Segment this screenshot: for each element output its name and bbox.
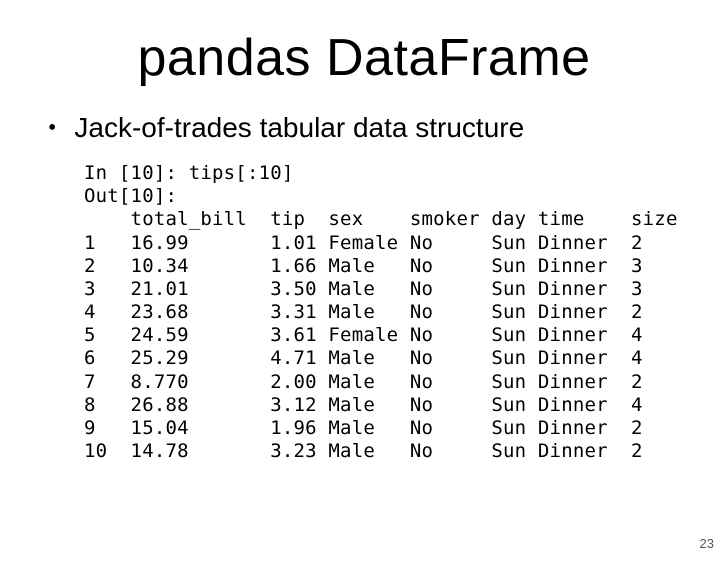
slide-title: pandas DataFrame	[40, 28, 688, 88]
bullet-icon: •	[48, 116, 56, 140]
slide-container: pandas DataFrame • Jack-of-trades tabula…	[0, 0, 728, 561]
code-block: In [10]: tips[:10] Out[10]: total_bill t…	[84, 162, 688, 463]
bullet-text: Jack-of-trades tabular data structure	[74, 112, 524, 144]
code-output-label: Out[10]:	[84, 185, 177, 207]
code-input-line: In [10]: tips[:10]	[84, 162, 294, 184]
page-number: 23	[700, 536, 714, 551]
bullet-row: • Jack-of-trades tabular data structure	[48, 112, 688, 144]
code-table: total_bill tip sex smoker day time size …	[84, 208, 678, 462]
